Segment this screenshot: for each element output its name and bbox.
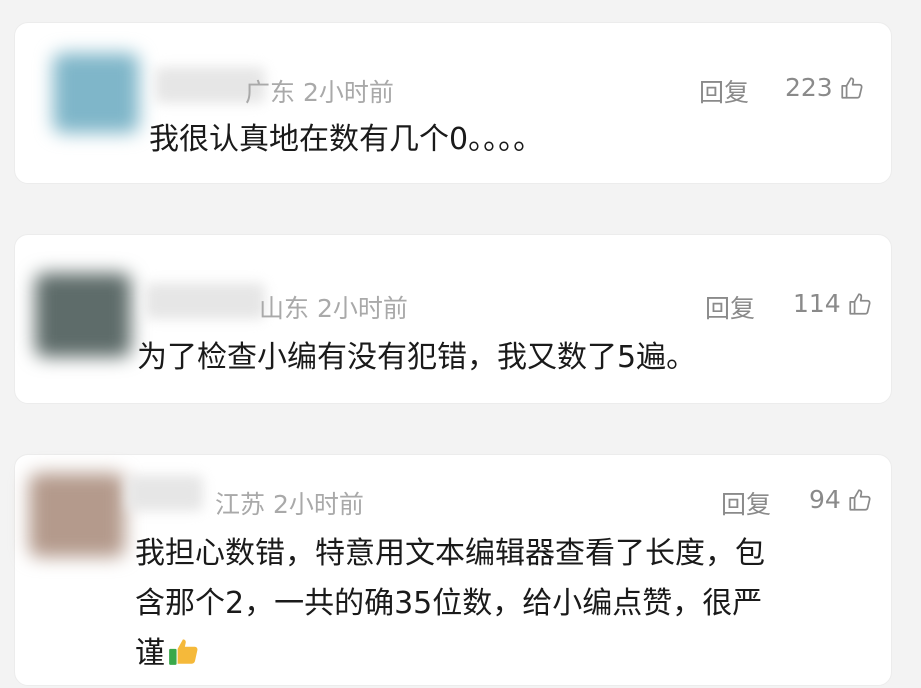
comment-time: 2小时前 — [317, 294, 408, 323]
like-count: 223 — [785, 73, 833, 102]
thumb-up-icon — [849, 488, 871, 511]
like-count: 94 — [809, 485, 841, 514]
comment-meta: 江苏 2小时前 — [215, 485, 364, 521]
avatar[interactable] — [53, 53, 139, 133]
like-count: 114 — [793, 289, 841, 318]
comment-text-line-end: 谨 — [135, 636, 165, 671]
comment-time: 2小时前 — [273, 490, 364, 519]
comment-time: 2小时前 — [303, 78, 394, 107]
reply-button[interactable]: 回复 — [705, 289, 755, 325]
like-button[interactable]: 94 — [809, 485, 873, 514]
comment-text: 为了检查小编有没有犯错，我又数了5遍。 — [137, 340, 697, 375]
thumbs-up-emoji-icon — [169, 639, 198, 665]
comment-text-line: 含那个2，一共的确35位数，给小编点赞，很严 — [135, 586, 763, 621]
reply-button[interactable]: 回复 — [721, 485, 771, 521]
avatar[interactable] — [29, 473, 125, 557]
thumb-up-icon — [849, 292, 871, 315]
comment-card: 山东 2小时前 回复 114 为了检查小编有没有犯错，我又数了5遍。 — [14, 234, 892, 404]
avatar[interactable] — [35, 273, 131, 357]
comment-card: 广东 2小时前 回复 223 我很认真地在数有几个0。。。。 — [14, 22, 892, 184]
thumb-up-icon — [841, 76, 863, 99]
comment-card: 江苏 2小时前 回复 94 我担心数错，特意用文本编辑器查看了长度，包 含那个2，… — [14, 454, 892, 686]
comment-meta: 山东 2小时前 — [259, 289, 408, 325]
comment-text-line: 我担心数错，特意用文本编辑器查看了长度，包 — [135, 536, 765, 571]
comment-text: 我很认真地在数有几个0。。。。 — [149, 122, 544, 157]
comment-location: 山东 — [259, 294, 310, 323]
comment-location: 广东 — [245, 78, 296, 107]
comment-meta: 广东 2小时前 — [245, 73, 394, 109]
comment-text: 我担心数错，特意用文本编辑器查看了长度，包 含那个2，一共的确35位数，给小编点… — [135, 529, 765, 679]
like-button[interactable]: 114 — [793, 289, 873, 318]
like-button[interactable]: 223 — [785, 73, 865, 102]
comment-location: 江苏 — [215, 490, 266, 519]
reply-button[interactable]: 回复 — [699, 73, 749, 109]
comment-text-line: 谨 — [135, 629, 765, 679]
username-blurred[interactable] — [127, 475, 203, 511]
username-blurred[interactable] — [145, 283, 265, 319]
